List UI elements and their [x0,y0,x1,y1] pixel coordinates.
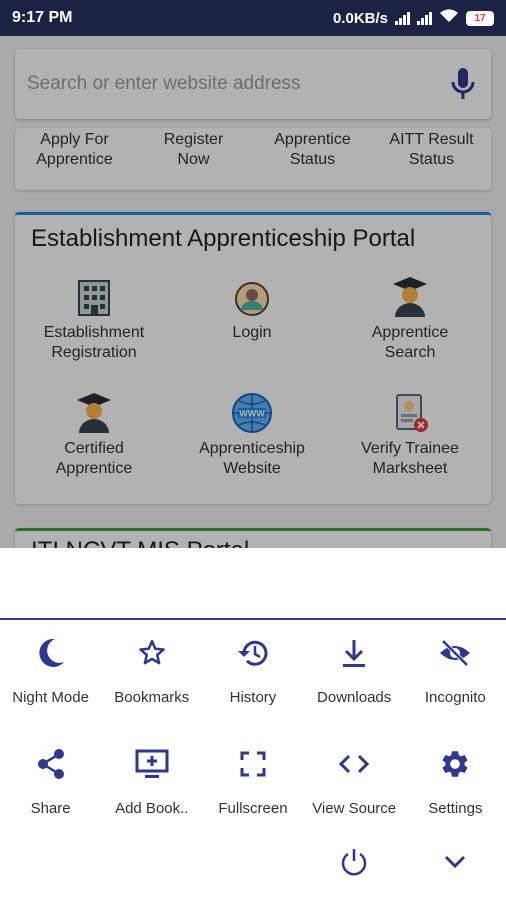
add-bookmark-button[interactable]: Add Book.. [101,747,202,817]
menu-row: Night Mode Bookmarks History Downloads I… [0,636,506,706]
dim-overlay[interactable] [0,0,506,548]
eye-off-icon [438,636,472,670]
signal-icon [417,11,432,25]
bookmarks-button[interactable]: Bookmarks [101,636,202,706]
menu-label: Incognito [424,689,486,706]
incognito-button[interactable]: Incognito [405,636,506,706]
power-icon [337,845,371,879]
status-time: 9:17 PM [12,9,73,26]
night-mode-button[interactable]: Night Mode [0,636,101,706]
menu-label: Share [30,800,71,817]
menu-label: View Source [312,800,397,817]
menu-label: Bookmarks [114,689,190,706]
add-bookmark-icon [135,747,169,781]
menu-label: Fullscreen [218,800,288,817]
fullscreen-icon [236,747,270,781]
menu-label: Downloads [317,689,392,706]
menu-label: Night Mode [12,689,89,706]
moon-icon [34,636,68,670]
download-icon [337,636,371,670]
menu-row [0,845,506,879]
menu-row: Share Add Book.. Fullscreen View Source … [0,747,506,817]
view-source-button[interactable]: View Source [304,747,405,817]
browser-menu-sheet: Night Mode Bookmarks History Downloads I… [0,548,506,900]
collapse-menu-button[interactable] [405,845,506,879]
signal-icon [395,11,410,25]
history-button[interactable]: History [202,636,303,706]
history-icon [236,636,270,670]
share-icon [34,747,68,781]
settings-button[interactable]: Settings [405,747,506,817]
fullscreen-button[interactable]: Fullscreen [202,747,303,817]
status-indicators: 0.0KB/s 17 [333,9,494,27]
chevron-down-icon [438,845,472,879]
downloads-button[interactable]: Downloads [304,636,405,706]
menu-label: History [229,689,277,706]
menu-divider [0,618,506,620]
power-button[interactable] [304,845,405,879]
gear-icon [438,747,472,781]
menu-label: Add Book.. [115,800,189,817]
share-button[interactable]: Share [0,747,101,817]
menu-label: Settings [428,800,483,817]
wifi-icon [439,9,459,27]
net-speed: 0.0KB/s [332,9,388,27]
star-icon [135,636,169,670]
status-bar: 9:17 PM 0.0KB/s 17 [0,0,506,36]
code-icon [337,747,371,781]
battery-icon: 17 [466,10,494,26]
